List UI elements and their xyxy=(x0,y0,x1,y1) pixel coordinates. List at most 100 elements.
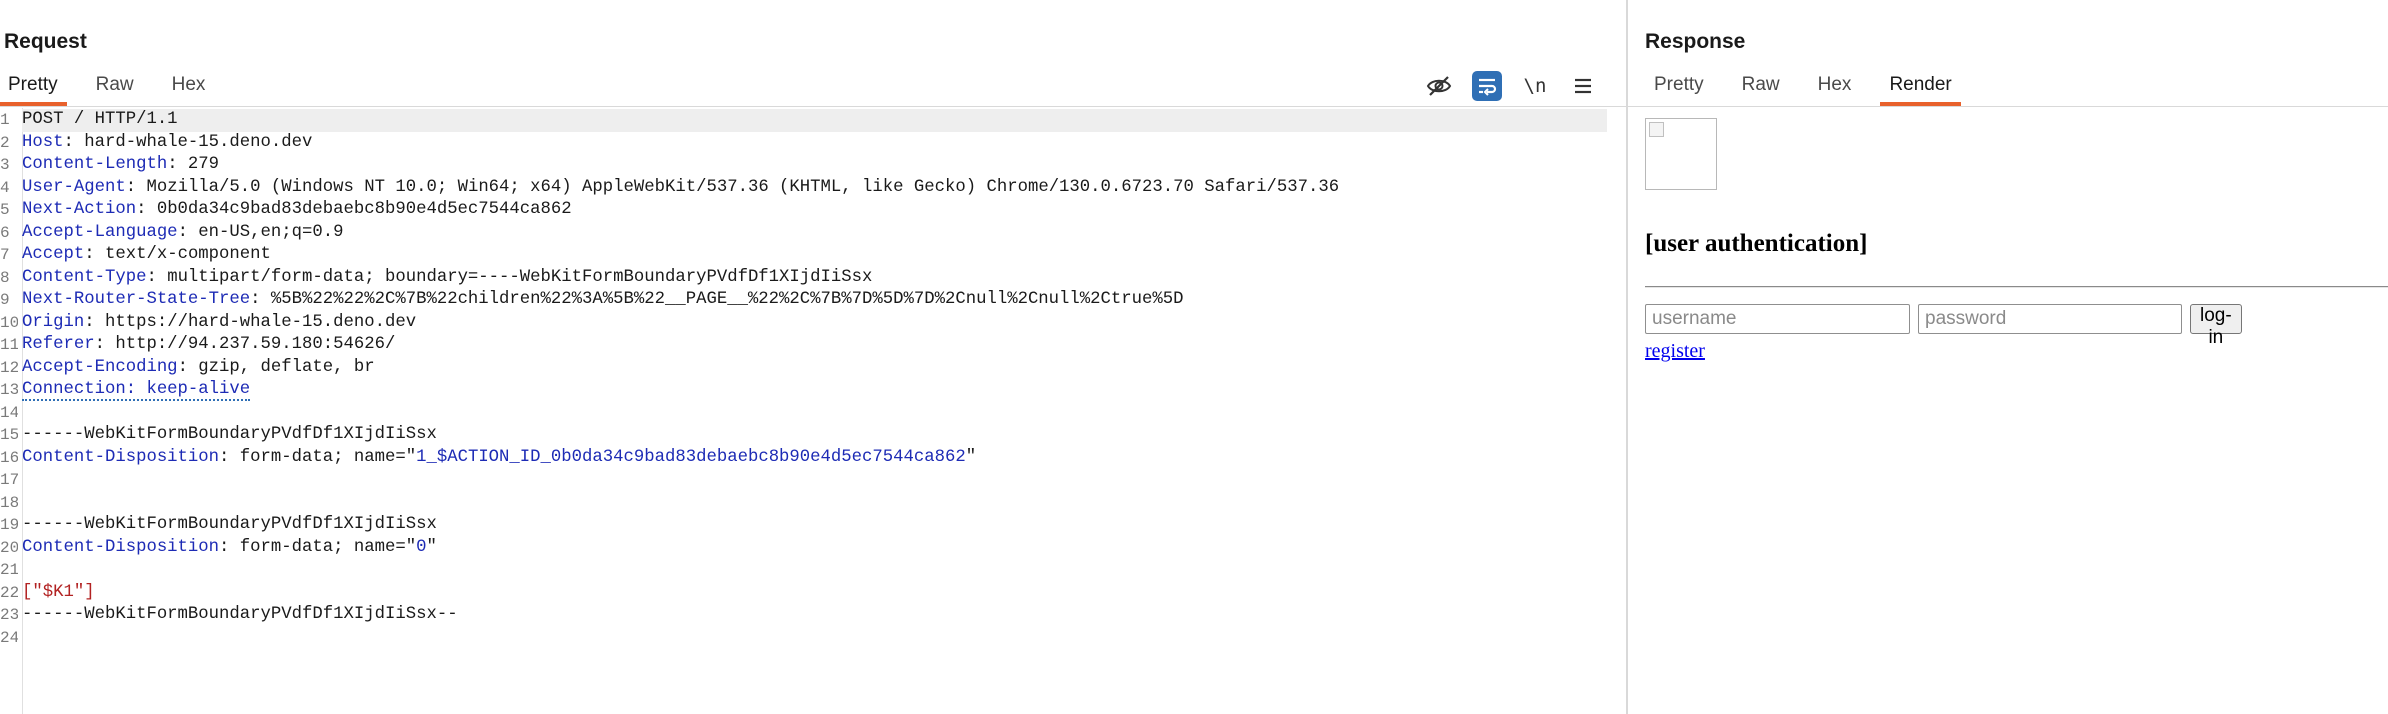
line-number: 13 xyxy=(0,381,18,399)
header-name: Content-Disposition xyxy=(22,537,220,557)
code-line[interactable]: 22 ["$K1"] xyxy=(0,582,95,605)
code-line[interactable]: 13 Connection: keep-alive xyxy=(0,379,251,402)
response-tab-divider xyxy=(1628,106,2388,107)
request-editor[interactable]: 1 POST / HTTP/1.1 2 Host: hard-whale-15.den… xyxy=(0,108,1626,714)
line-number: 5 xyxy=(0,201,10,219)
response-tab-raw[interactable]: Raw xyxy=(1733,70,1789,106)
code-line[interactable]: 19 ------WebKitFormBoundaryPVdfDf1XIjdIiS… xyxy=(0,514,437,537)
horizontal-rule xyxy=(1645,286,2388,287)
code-text: ------WebKitFormBoundaryPVdfDf1XIjdIiSsx xyxy=(22,515,437,534)
code-line[interactable]: 3 Content-Length: 279 xyxy=(0,154,219,177)
response-tab-pretty[interactable]: Pretty xyxy=(1645,70,1713,106)
code-text: " xyxy=(965,447,977,467)
response-title: Response xyxy=(1645,30,1746,53)
header-name: Referer xyxy=(22,335,95,354)
code-text: POST / HTTP/1.1 xyxy=(22,110,178,129)
code-text: ------WebKitFormBoundaryPVdfDf1XIjdIiSsx xyxy=(22,425,437,444)
code-line[interactable]: 20 Content-Disposition: form-data; name="… xyxy=(0,537,437,560)
response-tabs: Pretty Raw Hex Render xyxy=(1645,70,1981,106)
code-text: : http://94.237.59.180:54626/ xyxy=(94,335,396,354)
response-tab-hex[interactable]: Hex xyxy=(1809,70,1861,106)
code-line[interactable]: 16 Content-Disposition: form-data; name="… xyxy=(0,447,977,470)
line-number: 10 xyxy=(0,313,18,332)
request-pane: Request Pretty Raw Hex \n 1 POST / HTTP/1… xyxy=(0,0,1626,714)
field-name-value: 1_$ACTION_ID_0b0da34c9bad83debaebc8b90e4… xyxy=(416,447,966,467)
response-tab-render[interactable]: Render xyxy=(1880,70,1962,106)
code-line[interactable]: 23 ------WebKitFormBoundaryPVdfDf1XIjdIiS… xyxy=(0,604,458,627)
line-number: 15 xyxy=(0,426,18,444)
field-name-value: 0 xyxy=(416,537,427,557)
code-line[interactable]: 1 POST / HTTP/1.1 xyxy=(0,109,1607,132)
response-pane: Response Pretty Raw Hex Render [user aut… xyxy=(1628,0,2388,714)
line-number: 12 xyxy=(0,358,18,377)
code-text: : Mozilla/5.0 (Windows NT 10.0; Win64; x… xyxy=(125,177,1340,197)
code-text: : form-data; name=" xyxy=(219,447,417,467)
line-number: 22 xyxy=(0,583,18,602)
header-name: Host xyxy=(22,132,64,152)
code-line[interactable]: 8 Content-Type: multipart/form-data; boun… xyxy=(0,267,872,290)
header-name: Accept-Encoding xyxy=(22,357,178,377)
code-text: : gzip, deflate, br xyxy=(177,357,375,377)
header-name: Connection: keep-alive xyxy=(22,380,251,401)
newline-toggle-button[interactable]: \n xyxy=(1520,71,1550,101)
code-line[interactable]: 10 Origin: https://hard-whale-15.deno.dev xyxy=(0,312,417,335)
code-line[interactable]: 15 ------WebKitFormBoundaryPVdfDf1XIjdIiS… xyxy=(0,424,437,447)
header-name: User-Agent xyxy=(22,177,126,197)
request-title: Request xyxy=(4,30,87,53)
password-input[interactable] xyxy=(1918,304,2182,334)
header-name: Content-Length xyxy=(22,155,168,174)
line-number: 16 xyxy=(0,448,18,467)
code-text: : %5B%22%22%2C%7B%22children%22%3A%5B%22… xyxy=(250,290,1184,309)
login-button[interactable]: log-in xyxy=(2190,304,2242,348)
request-tab-divider xyxy=(0,106,1626,107)
line-number: 23 xyxy=(0,606,18,624)
header-name: Origin xyxy=(22,312,85,332)
code-line[interactable]: 4 User-Agent: Mozilla/5.0 (Windows NT 10.… xyxy=(0,177,1340,200)
code-text: : en-US,en;q=0.9 xyxy=(177,222,344,242)
code-line[interactable]: 9 Next-Router-State-Tree: %5B%22%22%2C%7B… xyxy=(0,289,1184,312)
request-tab-hex[interactable]: Hex xyxy=(163,70,215,106)
register-link[interactable]: register xyxy=(1645,340,1705,363)
code-line[interactable]: 6 Accept-Language: en-US,en;q=0.9 xyxy=(0,222,344,245)
code-text: : https://hard-whale-15.deno.dev xyxy=(84,312,417,332)
code-text: ------WebKitFormBoundaryPVdfDf1XIjdIiSsx… xyxy=(22,605,458,624)
header-name: Content-Disposition xyxy=(22,447,220,467)
code-text: : 0b0da34c9bad83debaebc8b90e4d5ec7544ca8… xyxy=(136,200,572,219)
request-tab-pretty[interactable]: Pretty xyxy=(0,70,67,106)
code-line[interactable]: 11 Referer: http://94.237.59.180:54626/ xyxy=(0,334,396,357)
word-wrap-icon[interactable] xyxy=(1472,71,1502,101)
code-text: : hard-whale-15.deno.dev xyxy=(63,132,313,152)
header-name: Next-Router-State-Tree xyxy=(22,290,251,309)
line-number: 24 xyxy=(0,628,18,647)
code-line[interactable]: 2 Host: hard-whale-15.deno.dev xyxy=(0,132,313,155)
request-tab-raw[interactable]: Raw xyxy=(87,70,143,106)
eye-off-icon[interactable] xyxy=(1424,71,1454,101)
line-number: 8 xyxy=(0,268,10,287)
username-input[interactable] xyxy=(1645,304,1910,334)
header-name: Content-Type xyxy=(22,267,147,287)
line-number: 2 xyxy=(0,133,10,152)
request-toolbar: \n xyxy=(1424,70,1598,102)
line-number: 14 xyxy=(0,403,18,422)
code-text: " xyxy=(426,537,437,557)
line-number: 7 xyxy=(0,246,10,264)
line-number: 9 xyxy=(0,291,10,309)
code-line[interactable]: 7 Accept: text/x-component xyxy=(0,244,271,267)
header-name: Next-Action xyxy=(22,200,137,219)
line-number: 3 xyxy=(0,156,10,174)
request-tabs: Pretty Raw Hex xyxy=(0,70,234,106)
line-number: 19 xyxy=(0,516,18,534)
line-number: 1 xyxy=(0,111,10,129)
code-line[interactable]: 5 Next-Action: 0b0da34c9bad83debaebc8b90e… xyxy=(0,199,572,222)
code-line[interactable]: 12 Accept-Encoding: gzip, deflate, br xyxy=(0,357,375,380)
code-text: : text/x-component xyxy=(84,245,271,264)
line-number: 18 xyxy=(0,493,18,512)
line-number: 6 xyxy=(0,223,10,242)
line-number: 21 xyxy=(0,561,18,579)
broken-image-icon xyxy=(1645,118,1717,190)
line-number: 20 xyxy=(0,538,18,557)
hamburger-menu-icon[interactable] xyxy=(1568,71,1598,101)
code-text: : form-data; name=" xyxy=(219,537,417,557)
header-name: Accept-Language xyxy=(22,222,178,242)
line-number: 11 xyxy=(0,336,18,354)
